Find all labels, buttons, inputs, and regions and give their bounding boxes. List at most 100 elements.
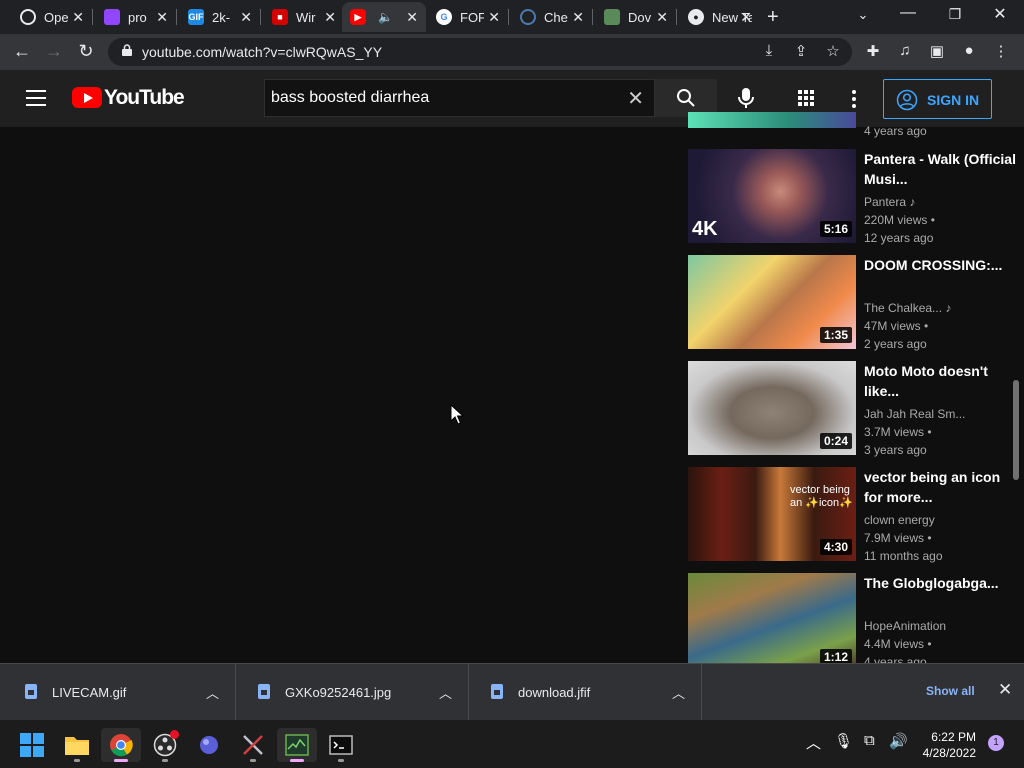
recommendation-item[interactable]: 1:12 The Globglogabga... HopeAnimation 4… (688, 573, 1018, 663)
chevron-up-icon[interactable]: ︿ (206, 683, 219, 702)
tab-new-tab[interactable]: ● New Tab ✕ (680, 2, 760, 32)
video-title[interactable]: The Globglogabga... (864, 573, 1018, 613)
channel-name[interactable]: clown energy (864, 511, 1018, 529)
view-count: 7.9M views • (864, 531, 932, 545)
close-downloads-bar-icon[interactable]: ✕ (998, 680, 1012, 700)
chrome-menu-icon[interactable]: ⋮ (990, 42, 1012, 60)
terminal-taskbar-button[interactable] (321, 728, 361, 762)
microphone-icon[interactable]: 🎙 (834, 732, 853, 750)
reload-button[interactable]: ↻ (74, 41, 98, 62)
recommendation-item[interactable]: 4K 5:16 Pantera - Walk (Official Musi...… (688, 149, 1018, 245)
tab-red-app[interactable]: ■ Wir ✕ (264, 2, 344, 32)
start-button[interactable] (12, 728, 52, 762)
lock-icon (122, 44, 132, 56)
download-item[interactable]: LIVECAM.gif ︿ (3, 664, 236, 721)
microphone-icon (738, 88, 754, 108)
windows-taskbar: ︿ 🎙 ⧉ 🔊 6:22 PM 4/28/2022 1 (0, 720, 1024, 768)
tab-download-page[interactable]: Dov ✕ (596, 2, 676, 32)
file-icon (491, 684, 503, 699)
recommendation-item[interactable]: 1:35 DOOM CROSSING:... The Chalkea... ♪ … (688, 255, 1018, 351)
tab-chart[interactable]: Che ✕ (512, 2, 592, 32)
video-thumbnail[interactable]: 4K 5:16 (688, 149, 856, 243)
close-icon[interactable]: ✕ (488, 9, 500, 26)
close-icon[interactable]: ✕ (406, 9, 418, 26)
blue-sphere-app-icon (200, 736, 218, 754)
address-bar[interactable]: youtube.com/watch?v=clwRQwAS_YY ⤓ ⇪ ☆ (108, 38, 852, 66)
video-age: 12 years ago (864, 231, 934, 245)
close-icon[interactable]: ✕ (324, 9, 336, 26)
download-item[interactable]: download.jfif ︿ (469, 664, 702, 721)
apps-grid-icon[interactable] (798, 90, 815, 107)
recommendation-item[interactable]: vector being an ✨icon✨ 4:30 vector being… (688, 467, 1018, 563)
clock-time: 6:22 PM (931, 730, 976, 744)
chrome-taskbar-button[interactable] (101, 728, 141, 762)
settings-menu-icon[interactable] (852, 90, 856, 111)
window-close-button[interactable]: ✕ (985, 4, 1015, 24)
notification-badge[interactable]: 1 (988, 735, 1004, 751)
clear-search-icon[interactable]: ✕ (627, 86, 644, 111)
tab-twitch[interactable]: pro ✕ (96, 2, 176, 32)
tab-youtube-active[interactable]: ▶ 🔈 ✕ (342, 2, 426, 32)
channel-name[interactable]: Jah Jah Real Sm... (864, 405, 1018, 423)
chevron-up-icon[interactable]: ︿ (439, 683, 452, 702)
forward-button[interactable]: → (42, 41, 66, 62)
profile-icon[interactable]: ● (958, 42, 980, 59)
install-app-icon[interactable]: ⤓ (758, 42, 780, 59)
video-thumbnail[interactable]: 0:24 (688, 361, 856, 455)
youtube-wordmark[interactable]: YouTube (104, 86, 185, 110)
media-control-icon[interactable]: ♫ (894, 42, 916, 59)
close-icon[interactable]: ✕ (72, 9, 84, 26)
new-tab-button[interactable]: + (767, 6, 779, 29)
side-panel-icon[interactable]: ▣ (926, 42, 948, 60)
video-title[interactable]: vector being an icon for more... (864, 467, 1018, 507)
recommendation-item[interactable]: 0:24 Moto Moto doesn't like... Jah Jah R… (688, 361, 1018, 457)
video-thumbnail[interactable]: vector being an ✨icon✨ 4:30 (688, 467, 856, 561)
show-all-downloads-button[interactable]: Show all (926, 684, 975, 698)
bookmark-star-icon[interactable]: ☆ (822, 42, 844, 60)
search-input[interactable]: bass boosted diarrhea ✕ (264, 79, 655, 117)
channel-name[interactable]: HopeAnimation (864, 617, 1018, 635)
recommendation-item[interactable]: 4 years ago (688, 112, 1018, 142)
obs-taskbar-button[interactable] (145, 728, 185, 762)
minimize-button[interactable]: — (893, 4, 923, 22)
task-manager-button[interactable] (277, 728, 317, 762)
channel-name[interactable]: The Chalkea... ♪ (864, 299, 1018, 317)
close-icon[interactable]: ✕ (572, 9, 584, 26)
close-icon[interactable]: ✕ (740, 9, 752, 26)
close-icon[interactable]: ✕ (156, 9, 168, 26)
video-thumbnail[interactable] (688, 112, 856, 128)
hamburger-menu-icon[interactable] (26, 90, 46, 106)
video-title[interactable]: Moto Moto doesn't like... (864, 361, 1018, 401)
extensions-icon[interactable]: ✚ (862, 42, 884, 60)
video-thumbnail[interactable]: 1:35 (688, 255, 856, 349)
chevron-up-icon[interactable]: ︿ (672, 683, 685, 702)
video-title[interactable]: Pantera - Walk (Official Musi... (864, 149, 1018, 189)
page-scrollbar[interactable] (1013, 380, 1019, 480)
app-taskbar-button[interactable] (233, 728, 273, 762)
share-icon[interactable]: ⇪ (790, 42, 812, 60)
download-item[interactable]: GXKo9252461.jpg ︿ (236, 664, 469, 721)
tab-obs[interactable]: Ope ✕ (12, 2, 92, 32)
close-icon[interactable]: ✕ (656, 9, 668, 26)
video-thumbnail[interactable]: 1:12 (688, 573, 856, 663)
channel-name[interactable]: Pantera ♪ (864, 193, 1018, 211)
view-count: 47M views • (864, 319, 929, 333)
back-button[interactable]: ← (10, 41, 34, 62)
video-duration: 1:35 (819, 327, 852, 343)
network-icon[interactable]: ⧉ (864, 732, 875, 749)
app-taskbar-button[interactable] (189, 728, 229, 762)
system-clock[interactable]: 6:22 PM 4/28/2022 (904, 729, 976, 761)
tab-gif[interactable]: GIF 2k- ✕ (180, 2, 260, 32)
audio-playing-icon[interactable]: 🔈 (378, 10, 393, 24)
restore-button[interactable]: ❐ (940, 6, 970, 23)
tab-search-button[interactable]: ⌄ (848, 7, 878, 23)
voice-search-button[interactable] (730, 82, 762, 114)
video-player[interactable] (0, 127, 676, 663)
video-title[interactable]: DOOM CROSSING:... (864, 255, 1018, 295)
show-hidden-icons-chevron-icon[interactable]: ︿ (806, 732, 821, 753)
youtube-logo-icon[interactable] (72, 87, 102, 108)
tab-google[interactable]: G FOF ✕ (428, 2, 508, 32)
close-icon[interactable]: ✕ (240, 9, 252, 26)
file-explorer-button[interactable] (57, 728, 97, 762)
tab-title: pro (128, 9, 147, 25)
